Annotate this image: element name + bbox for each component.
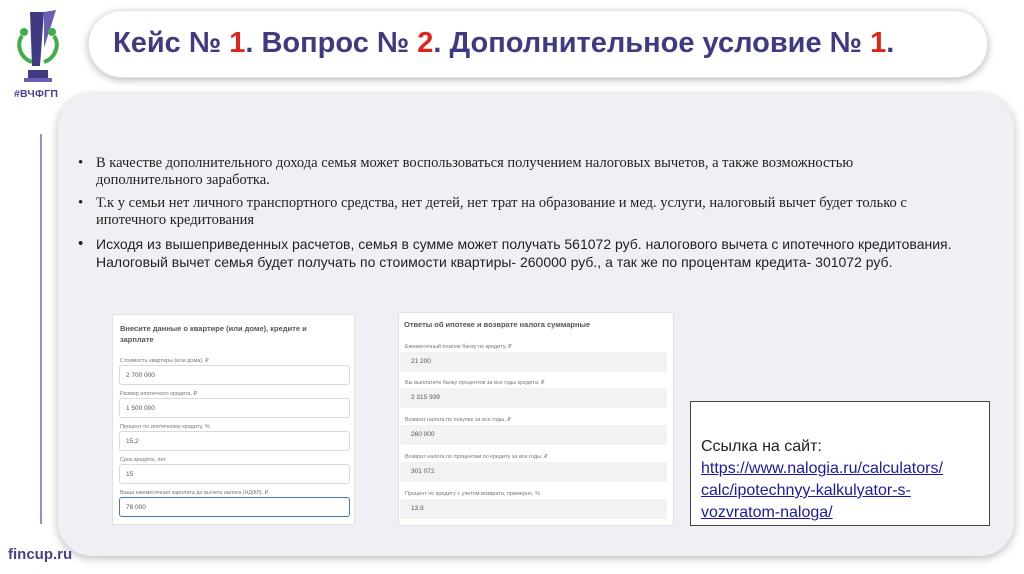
loan-amount-input[interactable]: 1 500 000 (119, 398, 350, 418)
interest-refund-value: 301 072 (400, 462, 667, 482)
input-card-heading: Внесите данные о квартире (или доме), кр… (120, 324, 307, 344)
bullet-item: • Исходя из вышеприведенных расчетов, сем… (78, 235, 952, 270)
calculator-result-screenshot: Ответы об ипотеке и возврате налога сумм… (398, 312, 674, 526)
brand-hashtag: #ВЧФГП (14, 88, 59, 100)
link-label: Ссылка на сайт: (701, 438, 822, 455)
field-label: Возврат налога по покупке за все годы, ₽ (405, 417, 511, 423)
slide-title: Кейс № 1. Вопрос № 2. Дополнительное усл… (113, 27, 895, 59)
loan-term-input[interactable]: 15 (119, 464, 350, 484)
field-label: Процент по кредиту с учетом возврата, пр… (405, 491, 540, 497)
field-label: Срок кредита, лет (120, 457, 166, 463)
apartment-price-input[interactable]: 2 700 000 (119, 365, 350, 385)
field-label: Процент по ипотечному кредиту, % (120, 424, 210, 430)
field-label: Стоимость квартиры (или дома), ₽ (120, 358, 209, 364)
bullet-item: • Т.к у семьи нет личного транспортного с… (78, 195, 907, 228)
link-box: Ссылка на сайт: https://www.nalogia.ru/c… (690, 401, 990, 526)
cup-logo-icon (17, 10, 59, 82)
calculator-input-screenshot: Внесите данные о квартире (или доме), кр… (112, 314, 355, 525)
result-card-heading: Ответы об ипотеке и возврате налога сумм… (404, 320, 591, 329)
field-label: Возврат налога по процентам по кредиту з… (405, 454, 548, 460)
salary-input[interactable]: 78 000 (119, 497, 350, 517)
effective-rate-value: 13.9 (400, 499, 667, 519)
total-interest-value: 2 315 939 (400, 388, 667, 408)
calculator-link[interactable]: https://www.nalogia.ru/calculators/ calc… (701, 458, 989, 524)
field-label: Размер ипотечного кредита, ₽ (120, 391, 197, 397)
monthly-payment-value: 21 200 (400, 352, 667, 372)
title-bar: Кейс № 1. Вопрос № 2. Дополнительное усл… (88, 10, 988, 78)
interest-rate-input[interactable]: 15,2 (119, 431, 350, 451)
footer-site: fincup.ru (8, 546, 73, 563)
field-label: Ежемесячный платеж банку по кредиту, ₽ (405, 344, 512, 350)
bullet-list: • В качестве дополнительного дохода семья… (78, 155, 958, 278)
vchfgp-logo: #ВЧФГП (10, 8, 68, 108)
field-label: Вы выплатите банку процентов за все годы… (405, 380, 545, 386)
purchase-refund-value: 260 000 (400, 425, 667, 445)
bullet-item: • В качестве дополнительного дохода семья… (78, 155, 854, 188)
field-label: Ваша ежемесячная зарплата до вычета нало… (120, 490, 269, 496)
side-divider (40, 134, 42, 524)
